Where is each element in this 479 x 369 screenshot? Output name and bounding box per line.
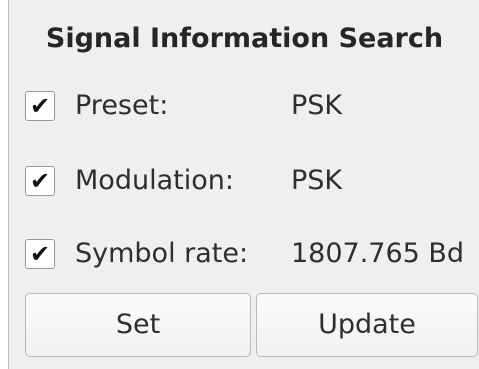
modulation-checkbox[interactable]: ✔ (25, 166, 55, 196)
set-button[interactable]: Set (25, 293, 251, 357)
panel-title: Signal Information Search (45, 23, 444, 54)
symbol-rate-checkbox[interactable]: ✔ (25, 239, 55, 269)
preset-checkbox[interactable]: ✔ (25, 91, 55, 121)
modulation-row: ✔ Modulation: PSK (25, 161, 475, 201)
update-button[interactable]: Update (256, 293, 478, 357)
modulation-value: PSK (291, 165, 343, 196)
symbol-rate-value: 1807.765 Bd (291, 238, 465, 269)
preset-value: PSK (291, 90, 343, 121)
preset-row: ✔ Preset: PSK (25, 86, 475, 126)
modulation-label: Modulation: (75, 165, 234, 196)
preset-label: Preset: (75, 90, 169, 121)
symbol-rate-row: ✔ Symbol rate: 1807.765 Bd (25, 234, 475, 274)
signal-information-search-panel: Signal Information Search ✔ Preset: PSK … (8, 0, 479, 369)
symbol-rate-label: Symbol rate: (75, 238, 249, 269)
